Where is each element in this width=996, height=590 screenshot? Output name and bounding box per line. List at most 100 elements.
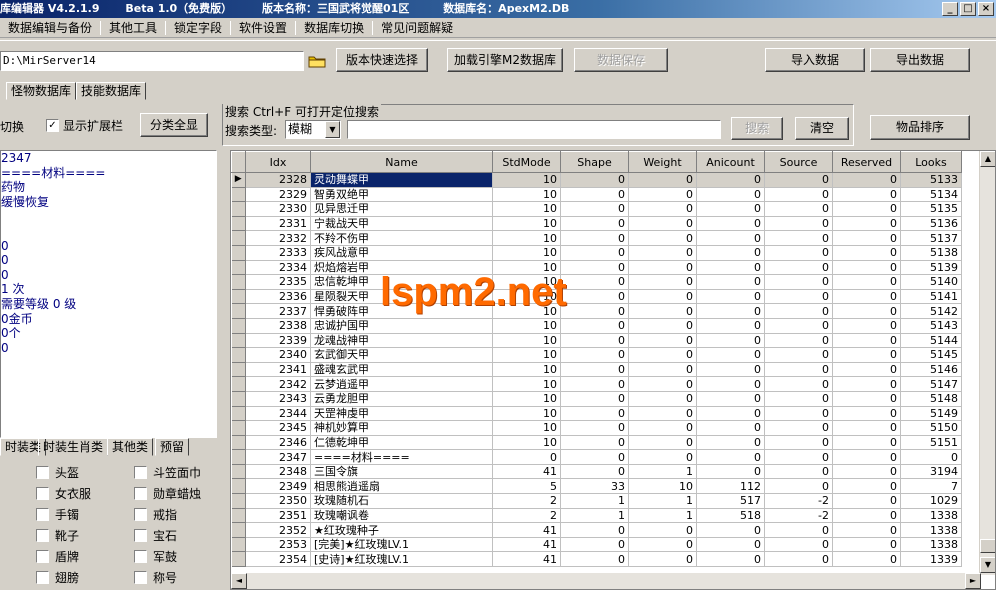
cell-looks[interactable]: 5151 — [900, 435, 962, 451]
cell-source[interactable]: 0 — [764, 333, 833, 349]
menu-lock-fields[interactable]: 锁定字段 — [166, 18, 230, 38]
table-row[interactable]: 2345 神机妙算甲 10 0 0 0 0 0 5150 — [231, 420, 962, 436]
show-all-categories-button[interactable]: 分类全显 — [140, 113, 208, 137]
table-row[interactable]: 2343 云勇龙胆甲 10 0 0 0 0 0 5148 — [231, 391, 962, 407]
cell-idx[interactable]: 2352 — [245, 522, 311, 538]
cell-weight[interactable]: 0 — [628, 420, 697, 436]
cell-idx[interactable]: 2353 — [245, 537, 311, 553]
checkbox[interactable] — [134, 466, 147, 479]
cell-source[interactable]: 0 — [764, 435, 833, 451]
cell-weight[interactable]: 0 — [628, 551, 697, 568]
table-row[interactable]: 2330 见异思迁甲 10 0 0 0 0 0 5135 — [231, 201, 962, 217]
cell-reserved[interactable]: 0 — [832, 522, 901, 538]
check-bracelet[interactable]: 手镯 — [36, 506, 79, 523]
cell-stdmode[interactable]: 10 — [492, 274, 561, 290]
cell-anicount[interactable]: 0 — [696, 260, 765, 276]
cell-stdmode[interactable]: 10 — [492, 406, 561, 422]
table-row[interactable]: 2331 宁裁战天甲 10 0 0 0 0 0 5136 — [231, 216, 962, 232]
cell-idx[interactable]: 2335 — [245, 274, 311, 290]
cell-looks[interactable]: 1029 — [900, 493, 962, 509]
cell-idx[interactable]: 2328 — [245, 172, 311, 188]
cell-anicount[interactable]: 112 — [696, 478, 765, 495]
row-indicator[interactable] — [231, 478, 246, 495]
row-indicator[interactable] — [231, 522, 246, 538]
check-medal-candle[interactable]: 勋章蜡烛 — [134, 485, 201, 502]
row-indicator[interactable] — [231, 493, 246, 509]
check-title[interactable]: 称号 — [134, 569, 177, 586]
cell-shape[interactable]: 0 — [560, 289, 629, 305]
checkbox[interactable] — [134, 550, 147, 563]
row-indicator[interactable] — [231, 362, 246, 378]
cell-looks[interactable]: 5134 — [900, 187, 962, 203]
cell-stdmode[interactable]: 2 — [492, 493, 561, 509]
col-header-shape[interactable]: Shape — [560, 151, 629, 173]
cell-name[interactable]: ★红玫瑰种子 — [310, 522, 493, 538]
vertical-scrollbar[interactable]: ▲ ▼ — [979, 151, 995, 575]
cell-stdmode[interactable]: 10 — [492, 347, 561, 363]
cell-weight[interactable]: 0 — [628, 537, 697, 553]
cell-idx[interactable]: 2354 — [245, 551, 311, 568]
cell-idx[interactable]: 2337 — [245, 303, 311, 319]
cell-looks[interactable]: 0 — [900, 449, 962, 465]
cell-source[interactable]: 0 — [764, 318, 833, 334]
cell-idx[interactable]: 2330 — [245, 201, 311, 217]
import-data-button[interactable]: 导入数据 — [765, 48, 865, 72]
cell-weight[interactable]: 1 — [628, 508, 697, 524]
cell-weight[interactable]: 10 — [628, 478, 697, 495]
col-header-reserved[interactable]: Reserved — [832, 151, 901, 173]
cell-weight[interactable]: 0 — [628, 318, 697, 334]
cell-anicount[interactable]: 0 — [696, 420, 765, 436]
horizontal-scrollbar[interactable]: ◄ ► — [231, 573, 981, 589]
row-indicator[interactable] — [231, 435, 246, 451]
check-hat-mask[interactable]: 斗笠面巾 — [134, 464, 201, 481]
cell-shape[interactable]: 0 — [560, 376, 629, 392]
cell-stdmode[interactable]: 10 — [492, 420, 561, 436]
cell-weight[interactable]: 0 — [628, 274, 697, 290]
cell-reserved[interactable]: 0 — [832, 406, 901, 422]
cell-looks[interactable]: 5150 — [900, 420, 962, 436]
table-row[interactable]: 2341 盛魂玄武甲 10 0 0 0 0 0 5146 — [231, 362, 962, 378]
scroll-thumb[interactable] — [980, 539, 995, 553]
row-indicator[interactable] — [231, 420, 246, 436]
cell-looks[interactable]: 5143 — [900, 318, 962, 334]
cell-name[interactable]: 云勇龙胆甲 — [310, 391, 493, 407]
cell-idx[interactable]: 2333 — [245, 245, 311, 261]
cell-weight[interactable]: 0 — [628, 260, 697, 276]
table-row[interactable]: 2342 云梦逍遥甲 10 0 0 0 0 0 5147 — [231, 376, 962, 392]
cell-idx[interactable]: 2332 — [245, 230, 311, 246]
cell-shape[interactable]: 0 — [560, 172, 629, 188]
cell-name[interactable]: [史诗]★红玫瑰LV.1 — [310, 551, 493, 568]
cell-looks[interactable]: 1338 — [900, 508, 962, 524]
cell-source[interactable]: 0 — [764, 376, 833, 392]
row-indicator[interactable] — [231, 318, 246, 334]
cell-idx[interactable]: 2347 — [245, 449, 311, 465]
cell-shape[interactable]: 0 — [560, 406, 629, 422]
cell-name[interactable]: 见异思迁甲 — [310, 201, 493, 217]
cell-idx[interactable]: 2342 — [245, 376, 311, 392]
checkbox[interactable] — [36, 529, 49, 542]
cell-source[interactable]: 0 — [764, 391, 833, 407]
cell-name[interactable]: 宁裁战天甲 — [310, 216, 493, 232]
menu-other-tools[interactable]: 其他工具 — [101, 18, 165, 38]
cell-shape[interactable]: 0 — [560, 435, 629, 451]
search-input[interactable] — [347, 120, 721, 139]
table-row[interactable]: 2352 ★红玫瑰种子 41 0 0 0 0 0 1338 — [231, 522, 962, 538]
cell-idx[interactable]: 2345 — [245, 420, 311, 436]
col-header-anicount[interactable]: Anicount — [696, 151, 765, 173]
cell-shape[interactable]: 0 — [560, 391, 629, 407]
cell-looks[interactable]: 5148 — [900, 391, 962, 407]
cell-name[interactable]: 神机妙算甲 — [310, 420, 493, 436]
table-row[interactable]: 2350 玫瑰随机石 2 1 1 517 -2 0 1029 — [231, 493, 962, 509]
cell-idx[interactable]: 2344 — [245, 406, 311, 422]
cell-source[interactable]: 0 — [764, 245, 833, 261]
cell-reserved[interactable]: 0 — [832, 362, 901, 378]
cell-shape[interactable]: 0 — [560, 420, 629, 436]
row-indicator[interactable] — [231, 201, 246, 217]
cell-idx[interactable]: 2334 — [245, 260, 311, 276]
row-indicator[interactable] — [231, 376, 246, 392]
cell-reserved[interactable]: 0 — [832, 464, 901, 480]
cell-source[interactable]: 0 — [764, 260, 833, 276]
cell-source[interactable]: 0 — [764, 230, 833, 246]
row-indicator[interactable] — [231, 406, 246, 422]
cell-shape[interactable]: 0 — [560, 187, 629, 203]
